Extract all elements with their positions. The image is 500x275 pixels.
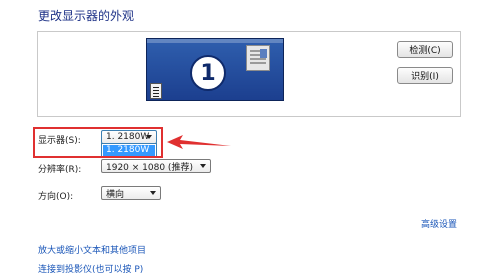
window-thumbnail-icon <box>246 45 270 71</box>
monitor-number-badge: 1 <box>190 55 226 91</box>
detect-button[interactable]: 检测(C) <box>397 41 453 58</box>
orientation-select[interactable]: 横向 <box>101 186 161 200</box>
resolution-select[interactable]: 1920 × 1080 (推荐) <box>101 159 211 173</box>
orientation-select-value: 横向 <box>106 189 125 200</box>
enlarge-text-link[interactable]: 放大或缩小文本和其他项目 <box>38 243 146 256</box>
advanced-settings-link[interactable]: 高级设置 <box>421 217 457 230</box>
annotation-arrow-icon <box>167 135 231 149</box>
page-title: 更改显示器的外观 <box>38 9 135 23</box>
identify-button[interactable]: 识别(I) <box>397 67 453 84</box>
projector-link[interactable]: 连接到投影仪(也可以按 P) <box>38 262 143 275</box>
resolution-label: 分辨率(R): <box>38 165 82 175</box>
resolution-select-value: 1920 × 1080 (推荐) <box>106 162 193 173</box>
chevron-down-icon <box>150 191 156 195</box>
annotation-highlight-box <box>33 127 163 158</box>
chevron-down-icon <box>200 164 206 168</box>
monitor-taskbar-icon <box>150 83 162 99</box>
orientation-label: 方向(O): <box>38 192 74 202</box>
